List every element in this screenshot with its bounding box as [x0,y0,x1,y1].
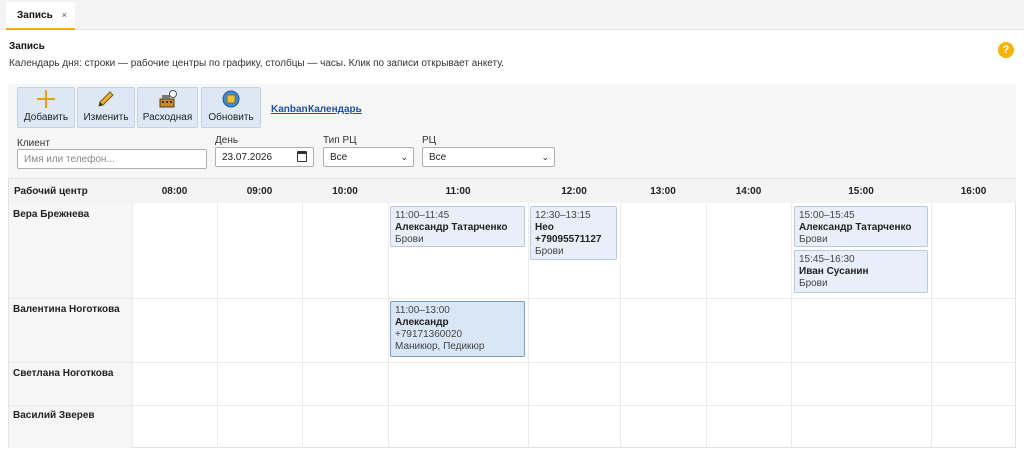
rc-select[interactable]: Все ⌄ [422,147,555,167]
tab-strip: Запись × [0,0,1024,30]
plus-icon [34,89,58,109]
tab-zapis[interactable]: Запись × [6,2,75,30]
rc-label: РЦ [422,135,437,146]
header-work-center: Рабочий центр [9,179,132,203]
appointment-phone: +79171360020 [395,329,463,340]
header-hour: 14:00 [706,179,791,203]
appointment-service: Брови [395,234,424,245]
grid-line [388,203,389,448]
day-date-input[interactable]: 23.07.2026 [215,147,314,167]
cash-register-icon [156,89,180,109]
grid-line [931,203,932,448]
type-label: Тип РЦ [323,135,357,146]
pencil-icon [94,89,118,109]
row-divider [9,405,1015,406]
appointment-time: 11:00–13:00 [395,305,450,316]
header-hour: 13:00 [620,179,706,203]
appointment-service: Маникюр, Педикюр [395,341,485,352]
page-title: Запись [9,41,45,52]
appointment-client: Александр [395,317,449,328]
appointment-card[interactable]: 11:00–11:45 Александр Татарченко Брови [390,206,525,247]
add-button-label: Добавить [23,112,69,123]
calendar-link[interactable]: Календарь [308,104,362,115]
refresh-button-label: Обновить [208,112,254,123]
header-hour: 12:00 [528,179,620,203]
kanban-link[interactable]: Kanban [271,104,308,115]
grid-line [528,203,529,448]
header-hour: 09:00 [217,179,302,203]
page-description: Календарь дня: строки — рабочие центры п… [9,58,505,69]
appointment-phone: +79095571127 [535,234,602,245]
expense-button[interactable]: Расходная [137,87,198,128]
client-label: Клиент [17,138,50,149]
appointment-card[interactable]: 11:00–13:00 Александр +79171360020 Маник… [390,301,525,357]
chevron-down-icon: ⌄ [541,152,549,162]
grid-line [791,203,792,448]
appointment-card[interactable]: 12:30–13:15 Нео +79095571127 Брови [530,206,617,260]
grid-line [620,203,621,448]
header-hour: 11:00 [388,179,528,203]
row-name: Василий Зверев [13,410,95,421]
grid-line [132,203,133,448]
type-select[interactable]: Все ⌄ [323,147,414,167]
day-label: День [215,135,239,146]
appointment-service: Брови [799,234,828,245]
header-hour: 15:00 [791,179,931,203]
rc-select-value: Все [429,151,447,163]
appointment-time: 11:00–11:45 [395,210,450,221]
appointment-time: 15:45–16:30 [799,254,855,265]
appointment-client: Александр Татарченко [799,222,912,233]
help-icon[interactable]: ? [998,42,1014,58]
edit-button-label: Изменить [83,112,129,123]
tab-label: Запись [17,9,53,21]
row-divider [9,298,1015,299]
day-date-value: 23.07.2026 [222,151,273,163]
header-hour: 10:00 [302,179,388,203]
appointment-card[interactable]: 15:45–16:30 Иван Сусанин Брови [794,250,928,293]
header-hour: 16:00 [931,179,1016,203]
refresh-button[interactable]: Обновить [201,87,261,128]
appointment-time: 12:30–13:15 [535,210,591,221]
client-search-placeholder: Имя или телефон... [24,153,115,165]
toolbar-panel: Добавить Изменить Расходная Обновить Kan… [8,84,1016,178]
appointment-client: Нео [535,222,554,233]
day-calendar-grid: Рабочий центр 08:00 09:00 10:00 11:00 12… [8,178,1016,448]
appointment-client: Иван Сусанин [799,266,869,277]
chevron-down-icon: ⌄ [400,152,408,162]
tab-close-icon[interactable]: × [62,10,67,20]
grid-line [302,203,303,448]
appointment-service: Брови [799,278,828,289]
header-hour: 08:00 [132,179,217,203]
add-button[interactable]: Добавить [17,87,75,128]
calendar-icon[interactable] [297,151,307,162]
grid-line [217,203,218,448]
type-select-value: Все [330,151,348,163]
row-name: Валентина Ноготкова [13,304,120,315]
appointment-service: Брови [535,246,564,257]
row-name: Светлана Ноготкова [13,368,114,379]
appointment-time: 15:00–15:45 [799,210,855,221]
row-divider [9,362,1015,363]
expense-button-label: Расходная [142,112,193,123]
appointment-card[interactable]: 15:00–15:45 Александр Татарченко Брови [794,206,928,247]
client-search-input[interactable]: Имя или телефон... [17,149,207,169]
row-name: Вера Брежнева [13,209,90,220]
edit-button[interactable]: Изменить [77,87,135,128]
grid-line [706,203,707,448]
appointment-client: Александр Татарченко [395,222,508,233]
refresh-icon [219,89,243,109]
